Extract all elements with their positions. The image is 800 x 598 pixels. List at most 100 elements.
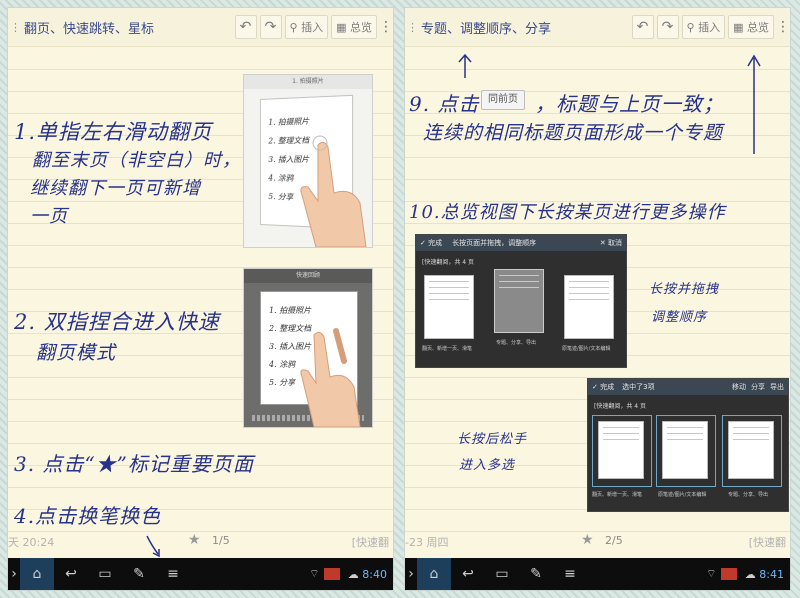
recent-apps-icon-right[interactable]: ▭ <box>485 558 519 590</box>
step2-line2: 翻页模式 <box>36 342 117 364</box>
swipe-demo-image: 1. 拍摄照片 1. 拍摄照片 2. 整理文档 3. 插入图片 4. 涂鸦 5.… <box>243 74 373 248</box>
multiselect-topbar: ✓ 完成 选中了3项 移动 分享 导出 <box>588 379 788 395</box>
insert-label: 插入 <box>301 21 324 34</box>
up-arrow-icon <box>458 53 472 78</box>
home-icon[interactable]: ⌂ <box>20 558 54 590</box>
pinch-hand-icon <box>300 328 361 427</box>
page-counter-right: 2/5 <box>605 534 623 547</box>
undo-icon[interactable]: ↶ <box>234 15 257 39</box>
cancel-label: 取消 <box>608 239 622 247</box>
cloud-icon: ☁ <box>347 567 359 581</box>
done-label: 完成 <box>428 239 443 247</box>
selected-count: 选中了3项 <box>622 383 655 391</box>
drag-handle-icon[interactable]: ⋮ <box>10 22 21 33</box>
insert-label-right: 插入 <box>698 21 721 34</box>
check-icon: ✓ <box>420 239 426 247</box>
overview-button[interactable]: ▦ 总览 <box>331 15 377 39</box>
step9-line2: 连续的相同标题页面形成一个专题 <box>423 122 724 144</box>
pinch-demo-image: 快速回顾 1. 拍摄照片 2. 整理文档 3. 插入图片 4. 涂鸦 5. 分享 <box>243 268 373 428</box>
grid-icon: ▦ <box>336 20 347 34</box>
recent-apps-icon[interactable]: ▭ <box>88 558 122 590</box>
thumb-label-1: 翻页、新增一页、滑笔 <box>422 346 473 352</box>
drag-handle-icon-right[interactable]: ⋮ <box>407 22 418 33</box>
footer-date-right: -23 周四 <box>405 536 449 549</box>
share-label: 分享 <box>751 383 765 391</box>
undo-icon-right[interactable]: ↶ <box>631 15 654 39</box>
caption-longpress: 长按后松手 <box>457 432 528 447</box>
footer-tag-right: [快速翻 <box>748 536 786 549</box>
step3-text: 3. 点击“★”标记重要页面 <box>14 452 254 476</box>
footer-date: 天 20:24 <box>8 536 55 549</box>
step9-text-b: ，标题与上页一致； <box>535 92 724 116</box>
step2-line1: 2. 双指捏合进入快速 <box>14 310 220 334</box>
android-navbar-right: › ⌂ ↩ ▭ ✎ ≡ ⌔ ☁ 8:41 <box>405 558 790 590</box>
select-label-3: 专题、分享、导出 <box>728 492 769 498</box>
paperclip-icon-right: ⚲ <box>686 20 695 34</box>
step9-text-a: 9. 点击 <box>409 92 480 116</box>
menu-icon[interactable]: ≡ <box>156 558 190 590</box>
select-thumb-1 <box>598 421 644 479</box>
thumb-page-dragged <box>494 269 544 333</box>
cloud-icon-right: ☁ <box>744 567 756 581</box>
notification-icon <box>324 568 341 580</box>
right-toolbar: ⋮ 专题、调整顺序、分享 ↶ ↷ ⚲ 插入 ▦ 总览 ⋮ <box>405 8 790 47</box>
more-menu-icon-right[interactable]: ⋮ <box>776 19 790 35</box>
redo-icon[interactable]: ↷ <box>259 15 282 39</box>
page-title-right[interactable]: 专题、调整顺序、分享 <box>421 18 629 37</box>
caption-multiselect: 进入多选 <box>459 458 516 473</box>
caption-reorder: 调整顺序 <box>651 310 708 325</box>
paperclip-icon: ⚲ <box>289 20 298 34</box>
left-toolbar: ⋮ 翻页、快速跳转、星标 ↶ ↷ ⚲ 插入 ▦ 总览 ⋮ <box>8 8 393 47</box>
back-icon-right[interactable]: ↩ <box>451 558 485 590</box>
step4-text: 4.点击换笔换色 <box>14 504 162 528</box>
done-label-2: 完成 <box>600 383 615 391</box>
step1-line2: 翻至末页（非空白）时， <box>32 150 241 171</box>
thumb-page-1 <box>424 275 474 339</box>
page-title[interactable]: 翻页、快速跳转、星标 <box>24 18 232 37</box>
reorder-demo-image: ✓ 完成 长按页面并拖拽，调整顺序 ✕ 取消 [快速翻阅，共 4 页 翻页、新增… <box>415 234 627 368</box>
page-footer-right: -23 周四 ★ 2/5 [快速翻 <box>405 530 790 552</box>
thumb-page-3 <box>564 275 614 339</box>
caption-drag: 长按并拖拽 <box>649 282 720 297</box>
page-footer: 天 20:24 ★ 1/5 [快速翻 <box>8 530 393 552</box>
insert-button[interactable]: ⚲ 插入 <box>284 15 329 39</box>
same-as-previous-button[interactable]: 同前页 <box>481 90 525 110</box>
android-navbar: › ⌂ ↩ ▭ ✎ ≡ ⌔ ☁ 8:40 <box>8 558 393 590</box>
reorder-header: [快速翻阅，共 4 页 <box>422 259 474 266</box>
overview-label-right: 总览 <box>747 21 769 34</box>
overview-button-right[interactable]: ▦ 总览 <box>728 15 774 39</box>
star-icon-right[interactable]: ★ <box>581 532 594 548</box>
wifi-icon-right: ⌔ <box>706 567 717 580</box>
home-icon-right[interactable]: ⌂ <box>417 558 451 590</box>
clock-time-right: 8:41 <box>759 567 784 581</box>
edit-icon[interactable]: ✎ <box>122 558 156 590</box>
edit-icon-right[interactable]: ✎ <box>519 558 553 590</box>
clock-time: 8:40 <box>362 567 387 581</box>
step1-line4: 一页 <box>30 206 68 227</box>
hand-icon <box>300 135 367 247</box>
insert-button-right[interactable]: ⚲ 插入 <box>681 15 726 39</box>
thumb-label-3: 原笔迹/图片/文本编辑 <box>562 346 611 352</box>
thumb-label-2: 专题、分享、导出 <box>496 340 537 346</box>
menu-icon-right[interactable]: ≡ <box>553 558 587 590</box>
nav-handle-icon-right: › <box>408 566 414 582</box>
wifi-icon: ⌔ <box>309 567 320 580</box>
page-counter: 1/5 <box>212 534 230 547</box>
step1-line3: 继续翻下一页可新增 <box>30 178 201 199</box>
export-label: 导出 <box>770 383 784 391</box>
hint-label: 长按页面并拖拽，调整顺序 <box>452 239 537 247</box>
footer-tag: [快速翻 <box>351 536 389 549</box>
check-icon-2: ✓ <box>592 383 598 391</box>
back-icon[interactable]: ↩ <box>54 558 88 590</box>
move-label: 移动 <box>732 383 746 391</box>
mini-header-dark: 快速回顾 <box>244 269 372 283</box>
more-menu-icon[interactable]: ⋮ <box>379 19 393 35</box>
step10-text: 10.总览视图下长按某页进行更多操作 <box>409 202 726 223</box>
star-icon[interactable]: ★ <box>188 532 201 548</box>
mini-header: 1. 拍摄照片 <box>244 75 372 89</box>
select-thumb-2 <box>662 421 708 479</box>
redo-icon-right[interactable]: ↷ <box>656 15 679 39</box>
scroll-up-arrow-icon <box>747 54 761 154</box>
right-note-page: ⋮ 专题、调整顺序、分享 ↶ ↷ ⚲ 插入 ▦ 总览 ⋮ 9. 点击 同前页 ，… <box>405 8 790 590</box>
notification-icon-right <box>721 568 738 580</box>
